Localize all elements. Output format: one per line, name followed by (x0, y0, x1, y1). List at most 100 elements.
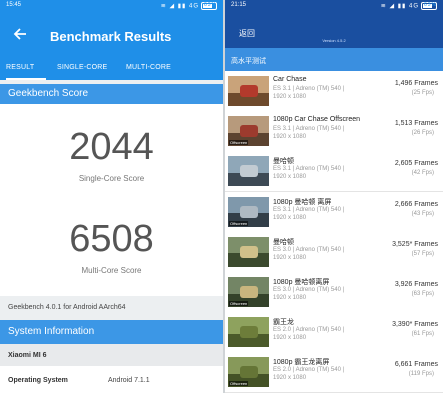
test-thumbnail: Offscreen (228, 116, 269, 147)
back-arrow-icon[interactable] (13, 27, 27, 41)
test-api: ES 2.0 | Adreno (TM) 540 | (273, 327, 345, 334)
offscreen-tag: Offscreen (229, 220, 249, 226)
test-thumbnail: Offscreen (228, 196, 269, 227)
test-resolution: 1920 x 1080 (273, 174, 307, 181)
result-row[interactable]: Offscreen 1080p 霸王龙离屏 ES 2.0 | Adreno (TM)… (225, 352, 443, 393)
thumbnail-object (240, 85, 258, 97)
frames-value: 2,666 Frames (394, 200, 438, 208)
section-title: 高水平测试 (225, 48, 443, 71)
test-resolution: 1920 x 1080 (273, 134, 307, 141)
multi-core-score: 6508 (69, 218, 154, 260)
test-thumbnail: Offscreen (228, 277, 269, 307)
version-label: Version 4.5.2 (322, 38, 346, 43)
thumbnail-object (240, 245, 258, 258)
gfxbench-pane: 21:15 ≋ ◢ ▮▮ 4G 63% 返回 Version 4.5.2 高水平测… (225, 0, 443, 393)
single-core-label: Single-Core Score (78, 174, 145, 183)
result-row[interactable]: 曼哈顿 ES 3.1 | Adreno (TM) 540 | 1920 x 1080… (225, 151, 443, 193)
test-resolution: 1920 x 1080 (273, 94, 307, 100)
thumbnail-object (240, 326, 258, 339)
status-time: 21:15 (231, 2, 247, 8)
test-name: Car Chase (273, 76, 307, 83)
test-api: ES 3.0 | Adreno (TM) 540 | (273, 287, 345, 293)
fps-value: (61 Fps) (411, 331, 434, 338)
test-api: ES 3.1 | Adreno (TM) 540 | (273, 166, 345, 173)
active-tab-indicator (6, 78, 46, 80)
thumbnail-object (240, 205, 258, 218)
tab-bar: RESULT SINGLE-CORE MULTI-CORE (0, 62, 223, 80)
frames-value: 3,525* Frames (392, 240, 438, 248)
test-api: ES 3.1 | Adreno (TM) 540 | (273, 126, 345, 133)
tab-multi-core[interactable]: MULTI-CORE (126, 64, 171, 71)
page-title: Benchmark Results (50, 29, 172, 44)
test-thumbnail: Offscreen (228, 357, 269, 388)
os-row: Operating System Android 7.1.1 (0, 366, 223, 393)
test-api: ES 2.0 | Adreno (TM) 540 | (273, 367, 345, 374)
result-row[interactable]: 霸王龙 ES 2.0 | Adreno (TM) 540 | 1920 x 1080… (225, 312, 443, 354)
test-thumbnail (228, 236, 269, 267)
frames-value: 1,496 Frames (394, 80, 438, 87)
test-resolution: 1920 x 1080 (273, 254, 307, 261)
tab-single-core[interactable]: SINGLE-CORE (57, 64, 107, 71)
app-bar: 15:45 ≋ ◢ ▮▮ 4G 63% Benchmark Results RES… (0, 0, 223, 80)
result-row[interactable]: Offscreen 1080p 曼哈顿离屏 ES 3.0 | Adreno (TM)… (225, 272, 443, 313)
test-resolution: 1920 x 1080 (273, 335, 307, 342)
test-config: ES 2.0 | Adreno (TM) 540 | 1920 x 1080 (273, 326, 344, 342)
status-icons: ≋ ◢ ▮▮ 4G 63% (161, 2, 217, 10)
test-resolution: 1920 x 1080 (273, 214, 307, 221)
status-bar: 21:15 ≋ ◢ ▮▮ 4G 63% (225, 0, 443, 12)
test-config: ES 3.0 | Adreno (TM) 540 | 1920 x 1080 (273, 286, 344, 302)
multi-core-label: Multi-Core Score (81, 266, 142, 275)
test-thumbnail (228, 156, 269, 187)
status-icons: ≋ ◢ ▮▮ 4G 63% (381, 2, 437, 10)
test-config: ES 3.0 | Adreno (TM) 540 | 1920 x 1080 (273, 246, 344, 262)
test-api: ES 3.1 | Adreno (TM) 540 | (273, 206, 345, 213)
battery-level: 63% (424, 2, 438, 8)
frames-value: 6,661 Frames (394, 361, 438, 369)
battery-icon: 63% (201, 2, 217, 10)
test-config: ES 3.1 | Adreno (TM) 540 | 1920 x 1080 (273, 125, 344, 141)
fps-value: (25 Fps) (411, 90, 434, 96)
system-information-header: System Information (0, 320, 223, 344)
frames-value: 1,513 Frames (394, 120, 438, 128)
fps-value: (119 Fps) (408, 371, 434, 378)
frames-value: 2,605 Frames (394, 160, 438, 168)
offscreen-tag: Offscreen (229, 301, 249, 306)
tab-result[interactable]: RESULT (6, 64, 34, 71)
fps-value: (57 Fps) (411, 250, 434, 257)
test-config: ES 3.1 | Adreno (TM) 540 | 1920 x 1080 (273, 206, 344, 222)
test-config: ES 2.0 | Adreno (TM) 540 | 1920 x 1080 (273, 366, 344, 382)
app-bar: 21:15 ≋ ◢ ▮▮ 4G 63% 返回 Version 4.5.2 (225, 0, 443, 48)
battery-icon: 63% (421, 2, 437, 10)
geekbench-pane: 15:45 ≋ ◢ ▮▮ 4G 63% Benchmark Results RES… (0, 0, 223, 393)
thumbnail-object (240, 286, 258, 298)
offscreen-tag: Offscreen (229, 381, 249, 387)
battery-level: 63% (204, 2, 218, 8)
fps-value: (43 Fps) (411, 210, 434, 217)
result-row[interactable]: Car Chase ES 3.1 | Adreno (TM) 540 | 1920 … (225, 71, 443, 112)
status-bar: 15:45 ≋ ◢ ▮▮ 4G 63% (0, 0, 223, 12)
result-row[interactable]: Offscreen 1080p Car Chase Offscreen ES 3.1… (225, 111, 443, 153)
test-name: 1080p Car Chase Offscreen (273, 116, 361, 124)
test-api: ES 3.0 | Adreno (TM) 540 | (273, 246, 345, 253)
version-text: Geekbench 4.0.1 for Android AArch64 (0, 296, 223, 320)
thumbnail-object (240, 366, 258, 379)
device-name: Xiaomi MI 6 (0, 344, 223, 366)
fps-value: (26 Fps) (411, 130, 434, 137)
geekbench-score-header: Geekbench Score (0, 84, 223, 104)
result-row[interactable]: Offscreen 1080p 曼哈顿 离屏 ES 3.1 | Adreno (TM… (225, 191, 443, 233)
result-row[interactable]: 曼哈顿 ES 3.0 | Adreno (TM) 540 | 1920 x 1080… (225, 231, 443, 273)
os-value: Android 7.1.1 (108, 377, 150, 384)
fps-value: (63 Fps) (411, 291, 434, 297)
single-core-score: 2044 (69, 126, 154, 168)
status-time: 15:45 (6, 2, 22, 8)
frames-value: 3,390* Frames (392, 321, 438, 329)
test-config: ES 3.1 | Adreno (TM) 540 | 1920 x 1080 (273, 165, 344, 181)
fps-value: (42 Fps) (411, 170, 434, 177)
test-api: ES 3.1 | Adreno (TM) 540 | (273, 86, 345, 92)
test-resolution: 1920 x 1080 (273, 295, 307, 301)
thumbnail-object (240, 165, 258, 178)
frames-value: 3,926 Frames (394, 281, 438, 288)
test-resolution: 1920 x 1080 (273, 375, 307, 382)
test-thumbnail (228, 76, 269, 106)
test-config: ES 3.1 | Adreno (TM) 540 | 1920 x 1080 (273, 85, 344, 101)
